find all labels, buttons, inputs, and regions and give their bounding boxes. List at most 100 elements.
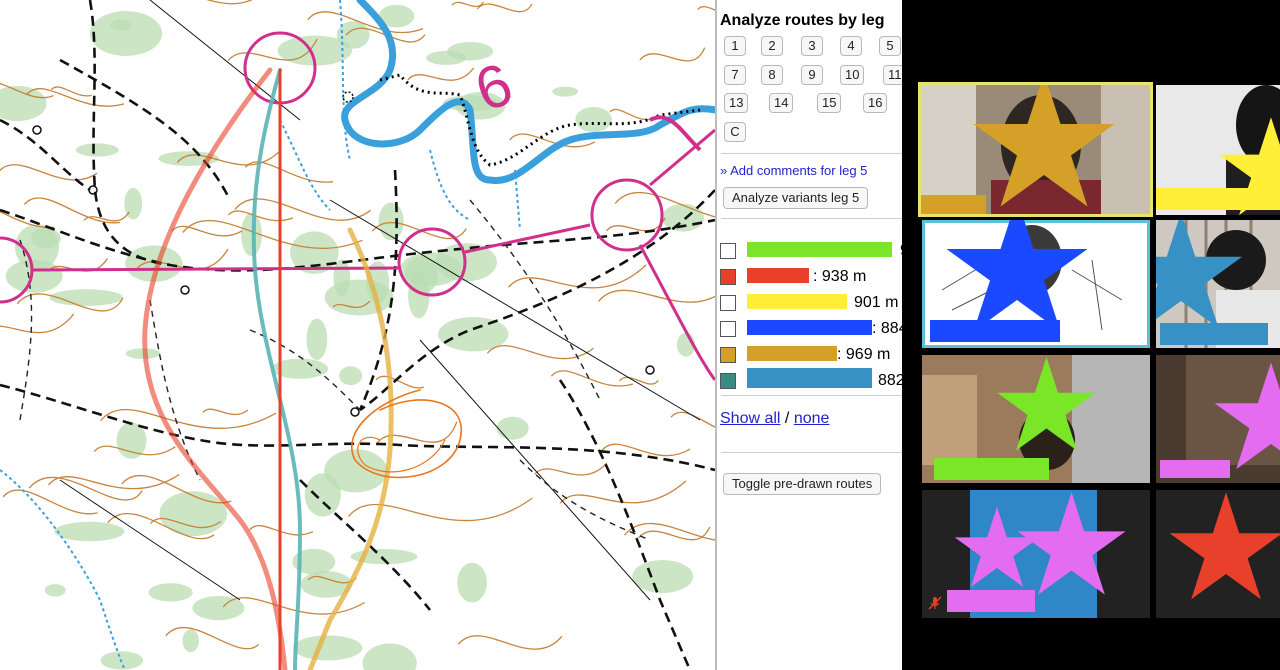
leg-button-7[interactable]: 7 <box>724 65 746 85</box>
vegetation-patch <box>324 279 394 316</box>
contour-line <box>619 376 659 385</box>
vegetation-patch <box>306 318 328 361</box>
vegetation-patch <box>49 289 123 306</box>
show-none-link[interactable]: none <box>794 410 830 427</box>
contour-line <box>0 313 75 334</box>
route-row[interactable]: 9 <box>720 240 902 262</box>
vegetation-patch <box>182 629 199 653</box>
separator <box>721 153 902 154</box>
participant-tile-6[interactable] <box>1156 355 1280 483</box>
vegetation-patch <box>457 562 487 603</box>
contour-line <box>2 489 98 515</box>
leg-button-2[interactable]: 2 <box>761 36 783 56</box>
contour-line <box>0 164 98 181</box>
contour-line <box>606 217 666 232</box>
route-distance: 901 m <box>854 294 899 311</box>
route-color-swatch[interactable] <box>720 373 736 389</box>
participant-tile-4[interactable] <box>1156 220 1280 348</box>
star-icon <box>1156 220 1243 329</box>
video-call-gallery <box>902 0 1280 670</box>
separator <box>721 395 902 396</box>
route-color-swatch[interactable] <box>720 295 736 311</box>
vegetation-patch <box>110 19 132 31</box>
contour-line <box>670 411 715 428</box>
leg-button-5[interactable]: 5 <box>879 36 901 56</box>
vegetation-patch <box>0 85 47 122</box>
star-icon <box>973 85 1115 207</box>
participant-tile-2[interactable] <box>1156 85 1280 215</box>
vegetation-patch <box>575 107 612 132</box>
leg-button-10[interactable]: 10 <box>840 65 865 85</box>
contour-line <box>83 211 130 222</box>
contour-line <box>171 225 243 237</box>
leg-button-16[interactable]: 16 <box>863 93 888 113</box>
leg-button-11[interactable]: 11 <box>883 65 902 85</box>
map-canvas[interactable]: 6 <box>0 0 715 670</box>
separator <box>721 218 902 219</box>
runner-name-redacted <box>747 268 809 283</box>
route-row[interactable]: : 969 m <box>720 344 902 366</box>
route-color-swatch[interactable] <box>720 269 736 285</box>
leg-button-8[interactable]: 8 <box>761 65 783 85</box>
show-routes-links: Show all / none <box>720 410 829 428</box>
contour-line <box>508 264 647 289</box>
leg-button-9[interactable]: 9 <box>801 65 823 85</box>
vegetation-patch <box>362 643 417 670</box>
orienteering-map[interactable]: 6 <box>0 0 715 670</box>
star-icon <box>1214 362 1280 470</box>
leg-button-14[interactable]: 14 <box>769 93 794 113</box>
runner-name-redacted <box>747 294 847 309</box>
course-overprint <box>0 31 715 381</box>
star-icon <box>946 220 1088 332</box>
leg-button-13[interactable]: 13 <box>724 93 749 113</box>
contour-line <box>609 108 651 121</box>
participant-tile-1[interactable] <box>918 82 1153 217</box>
route-color-swatch[interactable] <box>720 243 736 259</box>
vegetation-patch <box>496 416 529 440</box>
link-separator: / <box>780 410 794 427</box>
vegetation-patch <box>75 143 119 157</box>
runner-name-redacted <box>747 368 872 388</box>
participant-tile-5[interactable] <box>922 355 1150 483</box>
contour-line <box>697 6 715 11</box>
contour-line <box>202 408 249 416</box>
route-color-swatch[interactable] <box>720 321 736 337</box>
add-comments-link[interactable]: » Add comments for leg 5 <box>720 163 867 178</box>
vegetation-patch <box>89 11 163 56</box>
route-row[interactable]: : 938 m <box>720 266 902 288</box>
vegetation-patch <box>339 366 363 386</box>
contour-line <box>601 443 691 457</box>
route-row[interactable]: 901 m <box>720 292 902 314</box>
contour-line <box>163 0 253 5</box>
route-row[interactable]: : 884 <box>720 318 902 340</box>
leg-button-1[interactable]: 1 <box>724 36 746 56</box>
leg-button-4[interactable]: 4 <box>840 36 862 56</box>
runner-name-redacted <box>747 242 892 257</box>
toggle-predrawn-routes-button[interactable]: Toggle pre-drawn routes <box>723 473 882 495</box>
vegetation-patch <box>159 491 228 537</box>
vegetation-patch <box>293 635 363 661</box>
route-color-swatch[interactable] <box>720 347 736 363</box>
vegetation-patch <box>148 583 193 602</box>
panel-title: Analyze routes by leg <box>720 12 885 29</box>
leg-button-15[interactable]: 15 <box>817 93 842 113</box>
contour-line <box>559 480 687 504</box>
participant-tile-7[interactable] <box>922 490 1150 618</box>
route-distance: : 969 m <box>837 346 891 363</box>
vegetation-patch <box>552 86 579 97</box>
leg-button-3[interactable]: 3 <box>801 36 823 56</box>
route-row[interactable]: 882 <box>720 368 902 392</box>
route-analysis-panel: Analyze routes by leg 1 2 3 4 5 7 8 9 10… <box>717 0 902 670</box>
vegetation-patch <box>44 584 66 597</box>
participant-tile-8[interactable] <box>1156 490 1280 618</box>
route-distance: : 938 m <box>813 268 867 285</box>
vegetation-patch <box>426 50 467 65</box>
analyze-variants-button[interactable]: Analyze variants leg 5 <box>723 187 869 209</box>
show-all-link[interactable]: Show all <box>720 410 780 427</box>
contour-line <box>48 473 180 490</box>
participant-tile-3[interactable] <box>922 220 1150 348</box>
contour-line <box>639 47 706 62</box>
star-icon <box>1219 117 1280 215</box>
leg-button-c[interactable]: C <box>724 122 746 142</box>
separator <box>721 452 902 453</box>
